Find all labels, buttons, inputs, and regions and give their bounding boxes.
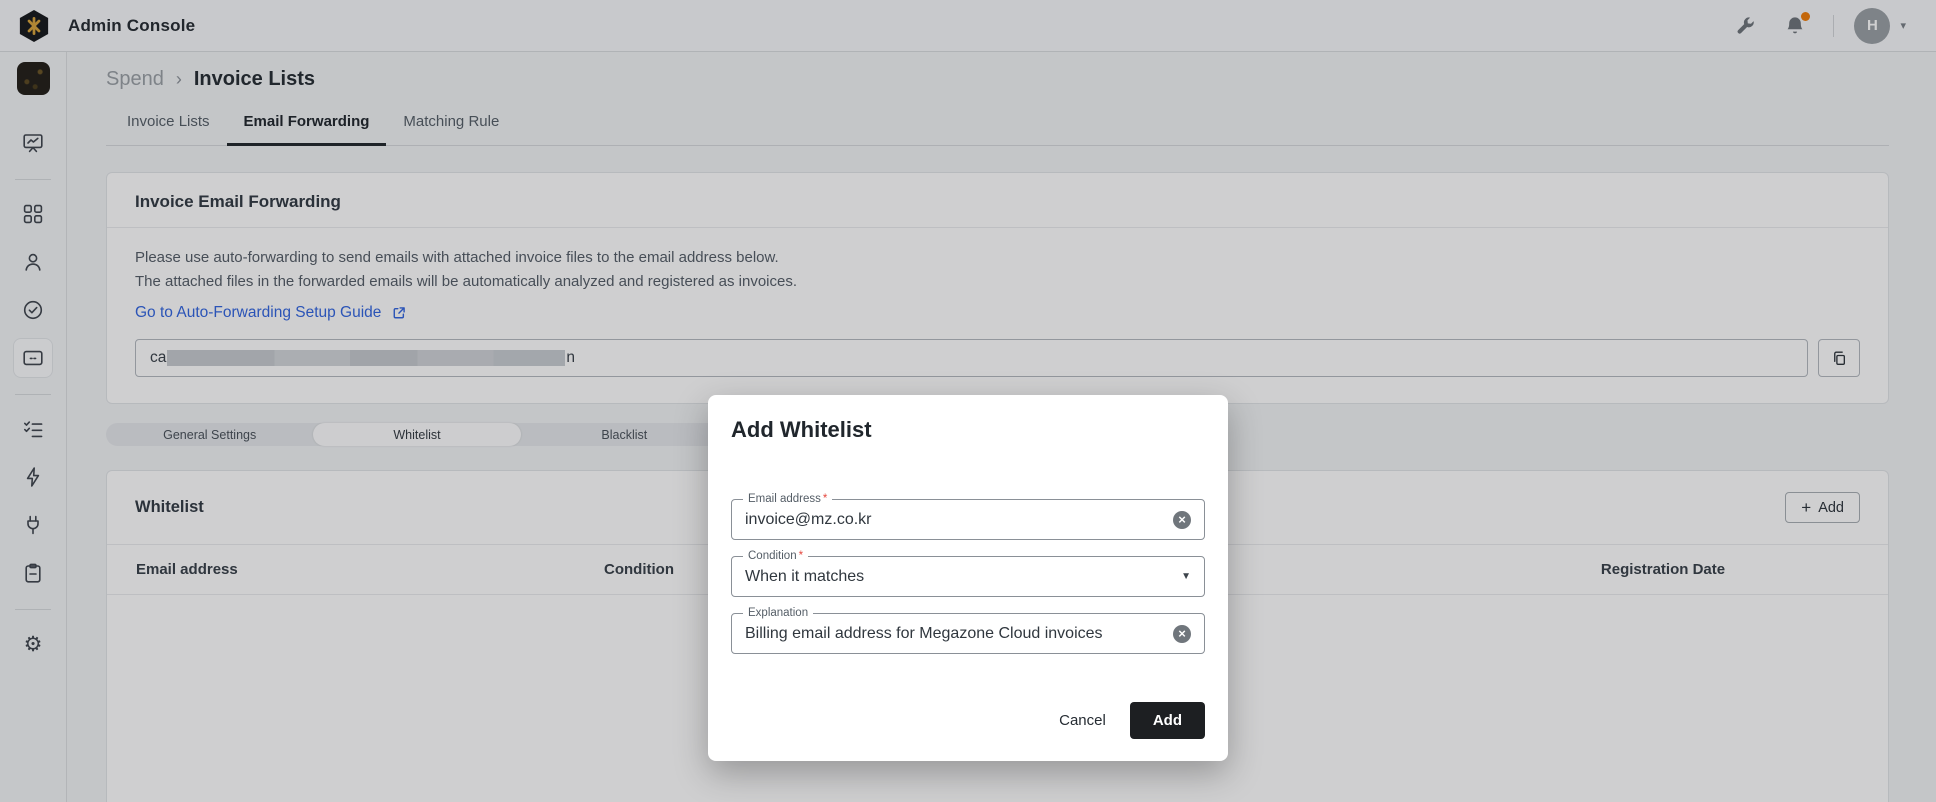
clear-email-icon[interactable]: × bbox=[1173, 511, 1191, 529]
condition-select[interactable]: Condition* When it matches ▼ bbox=[731, 556, 1205, 597]
modal-title: Add Whitelist bbox=[731, 417, 1205, 443]
email-address-value: invoice@mz.co.kr bbox=[745, 511, 1173, 529]
email-address-field[interactable]: Email address* invoice@mz.co.kr × bbox=[731, 499, 1205, 540]
explanation-field[interactable]: Explanation Billing email address for Me… bbox=[731, 613, 1205, 654]
cancel-button[interactable]: Cancel bbox=[1041, 703, 1124, 738]
email-address-label: Email address* bbox=[743, 492, 832, 506]
condition-value: When it matches bbox=[745, 568, 1181, 586]
select-caret-icon: ▼ bbox=[1181, 571, 1191, 582]
modal-add-button[interactable]: Add bbox=[1130, 702, 1205, 739]
condition-label: Condition* bbox=[743, 549, 808, 563]
explanation-label: Explanation bbox=[743, 606, 813, 620]
required-asterisk: * bbox=[823, 493, 827, 505]
modal-actions: Cancel Add bbox=[731, 702, 1205, 739]
add-whitelist-modal: Add Whitelist Email address* invoice@mz.… bbox=[708, 395, 1228, 761]
explanation-value: Billing email address for Megazone Cloud… bbox=[745, 625, 1173, 643]
required-asterisk: * bbox=[799, 550, 803, 562]
clear-explanation-icon[interactable]: × bbox=[1173, 625, 1191, 643]
